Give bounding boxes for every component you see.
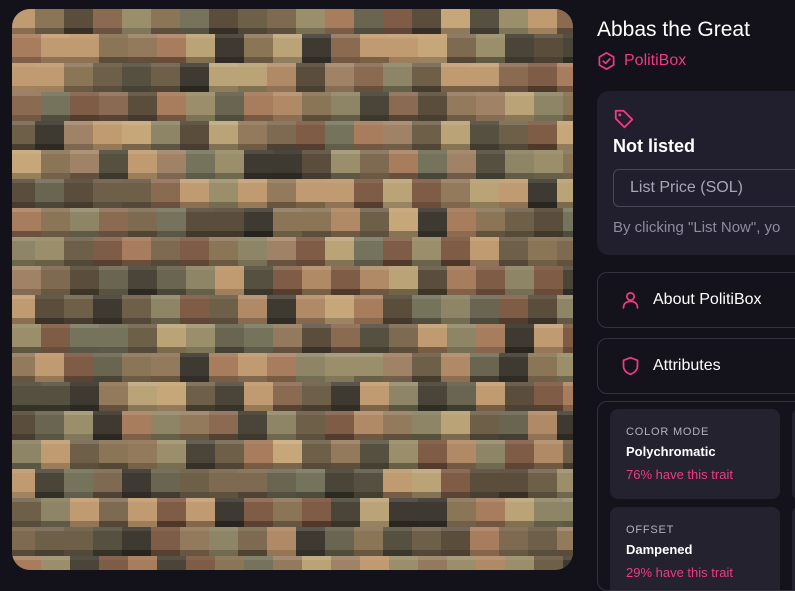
list-price-input[interactable] [613, 169, 795, 207]
artwork-image [12, 9, 573, 570]
attributes-panel: COLOR MODE Polychromatic 76% have this t… [597, 401, 795, 591]
user-icon [622, 291, 639, 309]
attribute-rarity: 29% have this trait [626, 565, 733, 580]
listing-card: Not listed By clicking "List Now", yo [597, 91, 795, 255]
attribute-rarity: 76% have this trait [626, 467, 733, 482]
about-collection-section[interactable]: About PolitiBox [597, 272, 795, 328]
attributes-section[interactable]: Attributes [597, 338, 795, 394]
collection-name: PolitiBox [624, 52, 687, 69]
about-section-label: About PolitiBox [653, 291, 762, 308]
attribute-card: COLOR MODE Polychromatic 76% have this t… [610, 409, 780, 499]
nft-title: Abbas the Great [597, 18, 750, 41]
attribute-value: Dampened [626, 542, 693, 557]
tag-icon [614, 109, 634, 129]
listing-status: Not listed [613, 136, 696, 156]
nft-artwork[interactable] [12, 9, 573, 570]
attribute-card: OFFSET Dampened 29% have this trait [610, 507, 780, 590]
listing-disclaimer: By clicking "List Now", yo [613, 219, 781, 236]
attribute-name: COLOR MODE [626, 426, 710, 438]
collection-link[interactable]: PolitiBox [597, 51, 686, 71]
attributes-section-label: Attributes [653, 357, 721, 374]
attribute-name: OFFSET [626, 524, 675, 536]
attribute-value: Polychromatic [626, 444, 716, 459]
verified-hexagon-icon [598, 52, 615, 70]
shield-icon [622, 356, 639, 376]
